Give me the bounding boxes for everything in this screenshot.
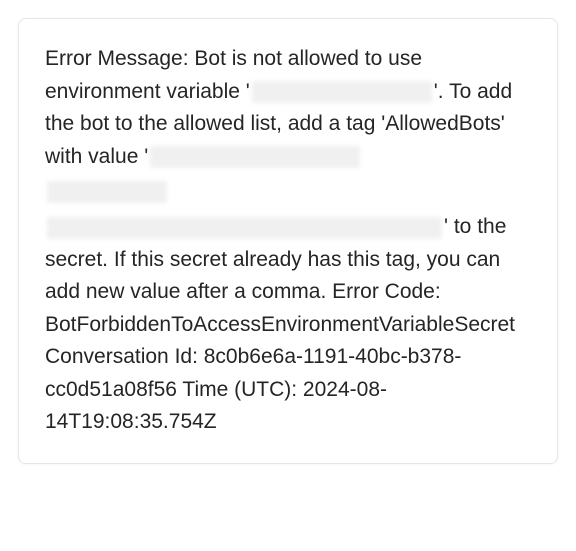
error-text-segment-3: ' to the secret. If this secret already … xyxy=(45,215,515,433)
error-message-text: Error Message: Bot is not allowed to use… xyxy=(45,43,531,439)
redacted-allowed-bots-value-line3 xyxy=(47,217,442,239)
redacted-allowed-bots-value-line2 xyxy=(47,181,167,203)
redacted-env-variable-name xyxy=(252,81,432,103)
redacted-allowed-bots-value-line1 xyxy=(150,146,360,168)
error-message-card: Error Message: Bot is not allowed to use… xyxy=(18,18,558,464)
